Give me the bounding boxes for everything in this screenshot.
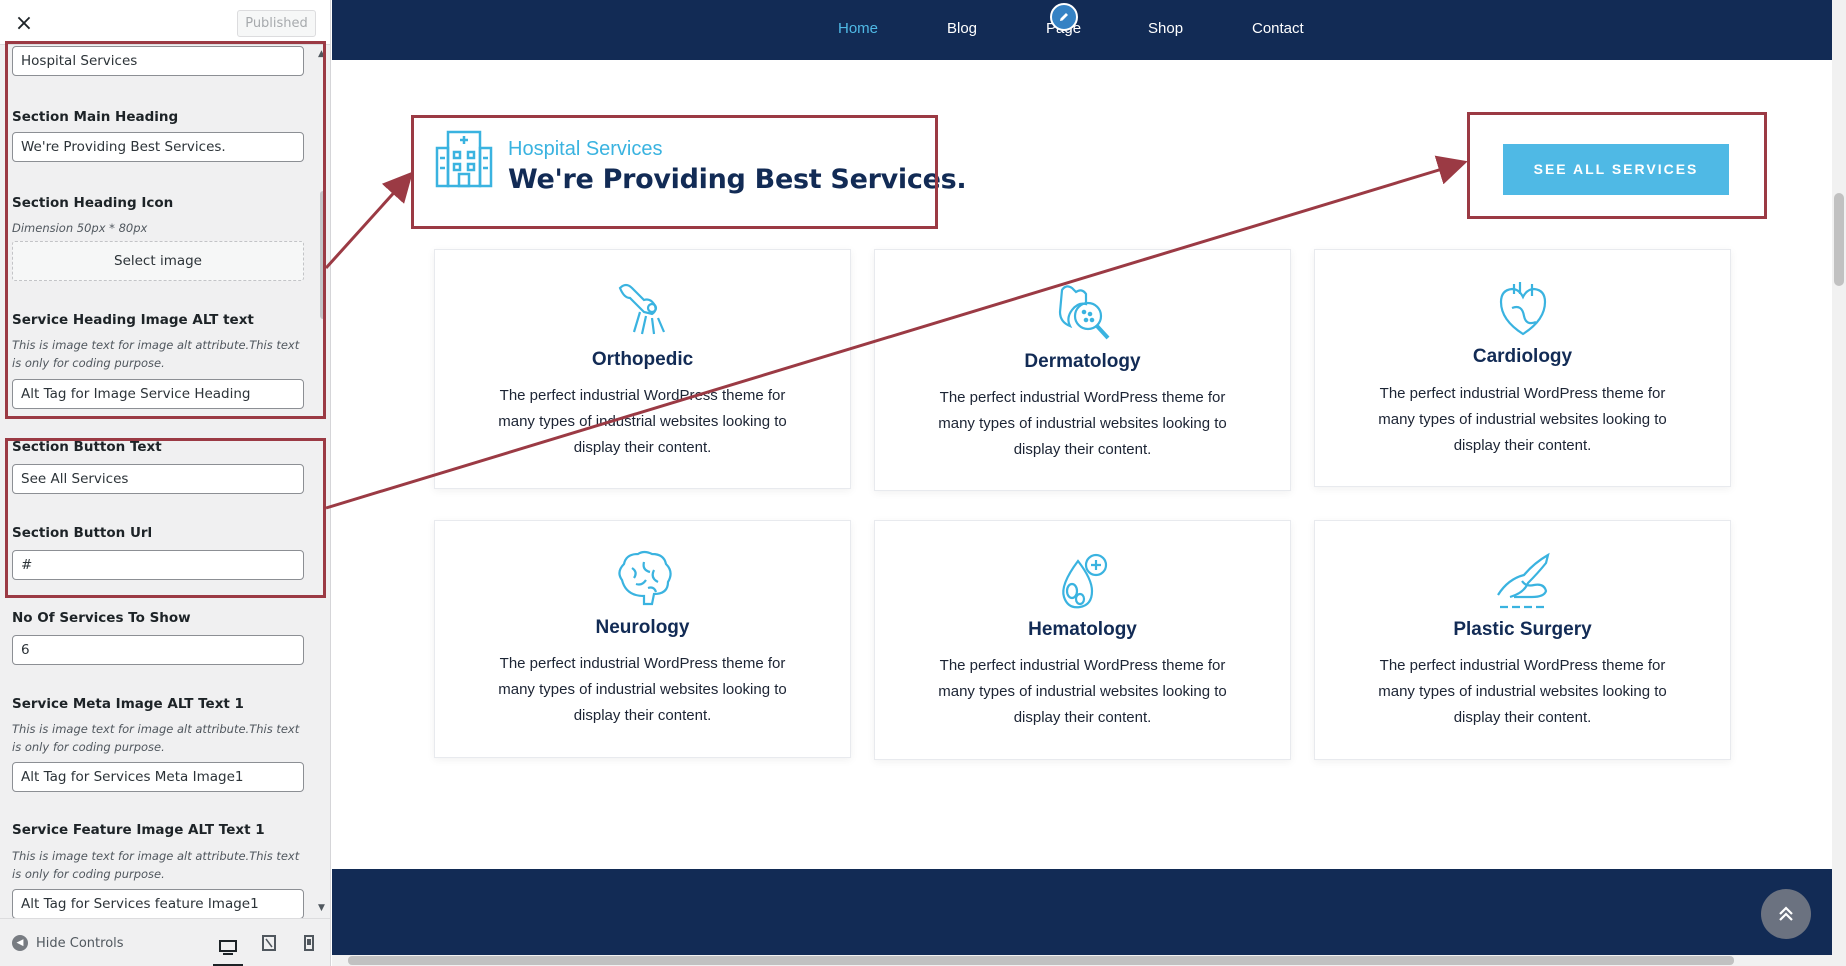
site-preview: Home Blog Page Shop Contact	[332, 0, 1832, 955]
service-card: Hematology The perfect industrial WordPr…	[874, 520, 1291, 760]
hide-controls-label: Hide Controls	[36, 935, 124, 951]
button-url-input[interactable]: #	[12, 550, 304, 580]
double-chevron-up-icon	[1779, 906, 1793, 921]
meta-alt-label: Service Meta Image ALT Text 1	[12, 696, 244, 712]
button-text-input[interactable]: See All Services	[12, 464, 304, 494]
feature-alt-input[interactable]: Alt Tag for Services feature Image1	[12, 889, 304, 919]
page-horizontal-scroll-thumb[interactable]	[348, 956, 1734, 965]
scroll-down-arrow-icon[interactable]: ▼	[318, 903, 325, 913]
customizer-sidebar: × Published ▲ ▼ Hospital Services Sectio…	[0, 0, 331, 966]
meta-alt-description: This is image text for image alt attribu…	[12, 722, 300, 754]
service-card: Orthopedic The perfect industrial WordPr…	[434, 249, 851, 489]
heading-alt-label: Service Heading Image ALT text	[12, 312, 254, 328]
service-title: Dermatology	[1024, 351, 1141, 372]
meta-alt-input[interactable]: Alt Tag for Services Meta Image1	[12, 762, 304, 792]
service-description: The perfect industrial WordPress theme f…	[498, 387, 787, 456]
feature-alt-description: This is image text for image alt attribu…	[12, 849, 300, 881]
service-description: The perfect industrial WordPress theme f…	[1378, 657, 1667, 726]
sidebar-controls: ▲ ▼ Hospital Services Section Main Headi…	[0, 45, 330, 919]
hide-controls-button[interactable]: ◀ Hide Controls	[12, 935, 124, 951]
nav-blog[interactable]: Blog	[947, 20, 977, 37]
heading-icon-dimension: Dimension 50px * 80px	[12, 221, 148, 235]
service-card: Neurology The perfect industrial WordPre…	[434, 520, 851, 758]
collapse-icon: ◀	[12, 935, 28, 951]
service-card: Plastic Surgery The perfect industrial W…	[1314, 520, 1731, 760]
main-heading-label: Section Main Heading	[12, 109, 179, 125]
sidebar-header: × Published	[0, 0, 330, 45]
sidebar-footer: ◀ Hide Controls	[0, 918, 330, 966]
section-main-heading: We're Providing Best Services.	[508, 164, 967, 195]
service-card: Cardiology The perfect industrial WordPr…	[1314, 249, 1731, 487]
scroll-up-arrow-icon[interactable]: ▲	[318, 49, 325, 59]
top-navigation: Home Blog Page Shop Contact	[332, 0, 1832, 60]
service-description: The perfect industrial WordPress theme f…	[938, 389, 1227, 458]
mobile-preview-button[interactable]	[294, 931, 324, 955]
button-url-label: Section Button Url	[12, 525, 153, 541]
section-heading: Hospital Services We're Providing Best S…	[434, 124, 967, 195]
blood-drop-icon	[1061, 553, 1107, 609]
close-icon[interactable]: ×	[11, 11, 37, 37]
section-title-input[interactable]: Hospital Services	[12, 46, 304, 76]
page-vertical-scroll-thumb[interactable]	[1834, 193, 1844, 286]
feature-alt-label: Service Feature Image ALT Text 1	[12, 822, 265, 838]
main-heading-input[interactable]: We're Providing Best Services.	[12, 132, 304, 162]
heading-alt-input[interactable]: Alt Tag for Image Service Heading	[12, 379, 304, 409]
back-to-top-button[interactable]	[1761, 889, 1811, 939]
bone-joint-icon	[618, 283, 665, 335]
nav-contact[interactable]: Contact	[1252, 20, 1304, 37]
heading-alt-description: This is image text for image alt attribu…	[12, 338, 300, 370]
desktop-icon	[219, 939, 237, 955]
sidebar-scrollbar[interactable]	[320, 191, 326, 319]
page-vertical-scrollbar[interactable]	[1832, 0, 1846, 966]
mobile-icon	[304, 935, 314, 951]
footer-band	[332, 869, 1832, 955]
service-title: Hematology	[1028, 619, 1137, 640]
published-button[interactable]: Published	[237, 10, 316, 37]
scalpel-hand-icon	[1496, 552, 1550, 609]
tablet-icon	[262, 935, 276, 951]
service-title: Plastic Surgery	[1453, 619, 1592, 640]
service-title: Cardiology	[1472, 346, 1573, 367]
hospital-icon	[435, 130, 493, 188]
service-description: The perfect industrial WordPress theme f…	[1378, 385, 1667, 454]
nav-home[interactable]: Home	[838, 20, 878, 37]
service-description: The perfect industrial WordPress theme f…	[938, 657, 1227, 726]
nav-shop[interactable]: Shop	[1148, 20, 1183, 37]
edit-shortcut-pencil-icon[interactable]	[1050, 3, 1078, 31]
num-services-label: No Of Services To Show	[12, 610, 191, 626]
brain-icon	[617, 550, 672, 606]
tablet-preview-button[interactable]	[254, 931, 284, 955]
see-all-services-button[interactable]: SEE ALL SERVICES	[1503, 144, 1729, 195]
service-description: The perfect industrial WordPress theme f…	[498, 655, 787, 724]
desktop-preview-button[interactable]	[213, 931, 243, 966]
service-title: Orthopedic	[591, 349, 694, 370]
heading-icon-label: Section Heading Icon	[12, 195, 174, 211]
service-title: Neurology	[595, 617, 690, 638]
service-card: Dermatology The perfect industrial WordP…	[874, 249, 1291, 491]
skin-magnifier-icon	[1058, 285, 1109, 340]
num-services-input[interactable]: 6	[12, 635, 304, 665]
section-subtitle: Hospital Services	[508, 138, 663, 160]
button-text-label: Section Button Text	[12, 439, 162, 455]
select-image-button[interactable]: Select image	[12, 241, 304, 281]
heart-icon	[1499, 282, 1546, 336]
section-heading-text: Hospital Services We're Providing Best S…	[508, 124, 967, 195]
